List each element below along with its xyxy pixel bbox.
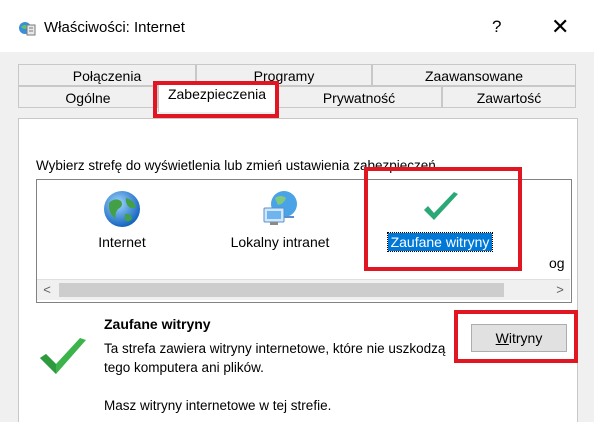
globe-icon [104, 191, 140, 227]
window-title: Właściwości: Internet [44, 19, 185, 36]
intranet-icon [263, 191, 297, 225]
help-button[interactable]: ? [492, 17, 501, 37]
tab-privacy[interactable]: Prywatność [276, 86, 442, 108]
zone-info-title: Zaufane witryny [104, 316, 211, 332]
zone-instruction: Wybierz strefę do wyświetlenia lub zmień… [36, 158, 440, 173]
scroll-left-arrow-icon[interactable]: < [37, 280, 57, 300]
zone-label: Lokalny intranet [230, 234, 330, 250]
sites-button-label: itryny [508, 330, 543, 346]
checkmark-icon [424, 192, 458, 220]
title-bar: Właściwości: Internet ? ✕ [0, 0, 594, 52]
sites-button[interactable]: Witryny [471, 324, 567, 352]
tab-content[interactable]: Zawartość [442, 86, 576, 108]
zone-restricted-partial[interactable]: og [549, 255, 571, 271]
tab-security[interactable]: Zabezpieczenia [158, 82, 276, 112]
zone-internet[interactable]: Internet [77, 188, 167, 251]
zone-info-description: Ta strefa zawiera witryny internetowe, k… [104, 341, 446, 375]
sites-button-mnemonic: W [495, 330, 509, 346]
tab-strip: Połączenia Programy Zaawansowane Ogólne … [0, 52, 594, 122]
zone-trusted-sites[interactable]: Zaufane witryny [375, 188, 505, 252]
internet-options-icon [19, 22, 36, 36]
zone-local-intranet[interactable]: Lokalny intranet [215, 188, 345, 251]
zone-info-note: Masz witryny internetowe w tej strefie. [104, 398, 332, 413]
tab-general[interactable]: Ogólne [18, 86, 158, 108]
scroll-thumb[interactable] [59, 283, 504, 297]
zone-scrollbar[interactable]: < > [37, 279, 570, 300]
zone-label: Zaufane witryny [386, 232, 494, 252]
trusted-checkmark-icon [40, 338, 86, 374]
scroll-right-arrow-icon[interactable]: > [550, 280, 570, 300]
zone-label: Internet [98, 234, 146, 250]
tab-advanced[interactable]: Zaawansowane [372, 64, 576, 86]
zone-label: og [549, 255, 565, 271]
close-button[interactable]: ✕ [551, 14, 569, 40]
